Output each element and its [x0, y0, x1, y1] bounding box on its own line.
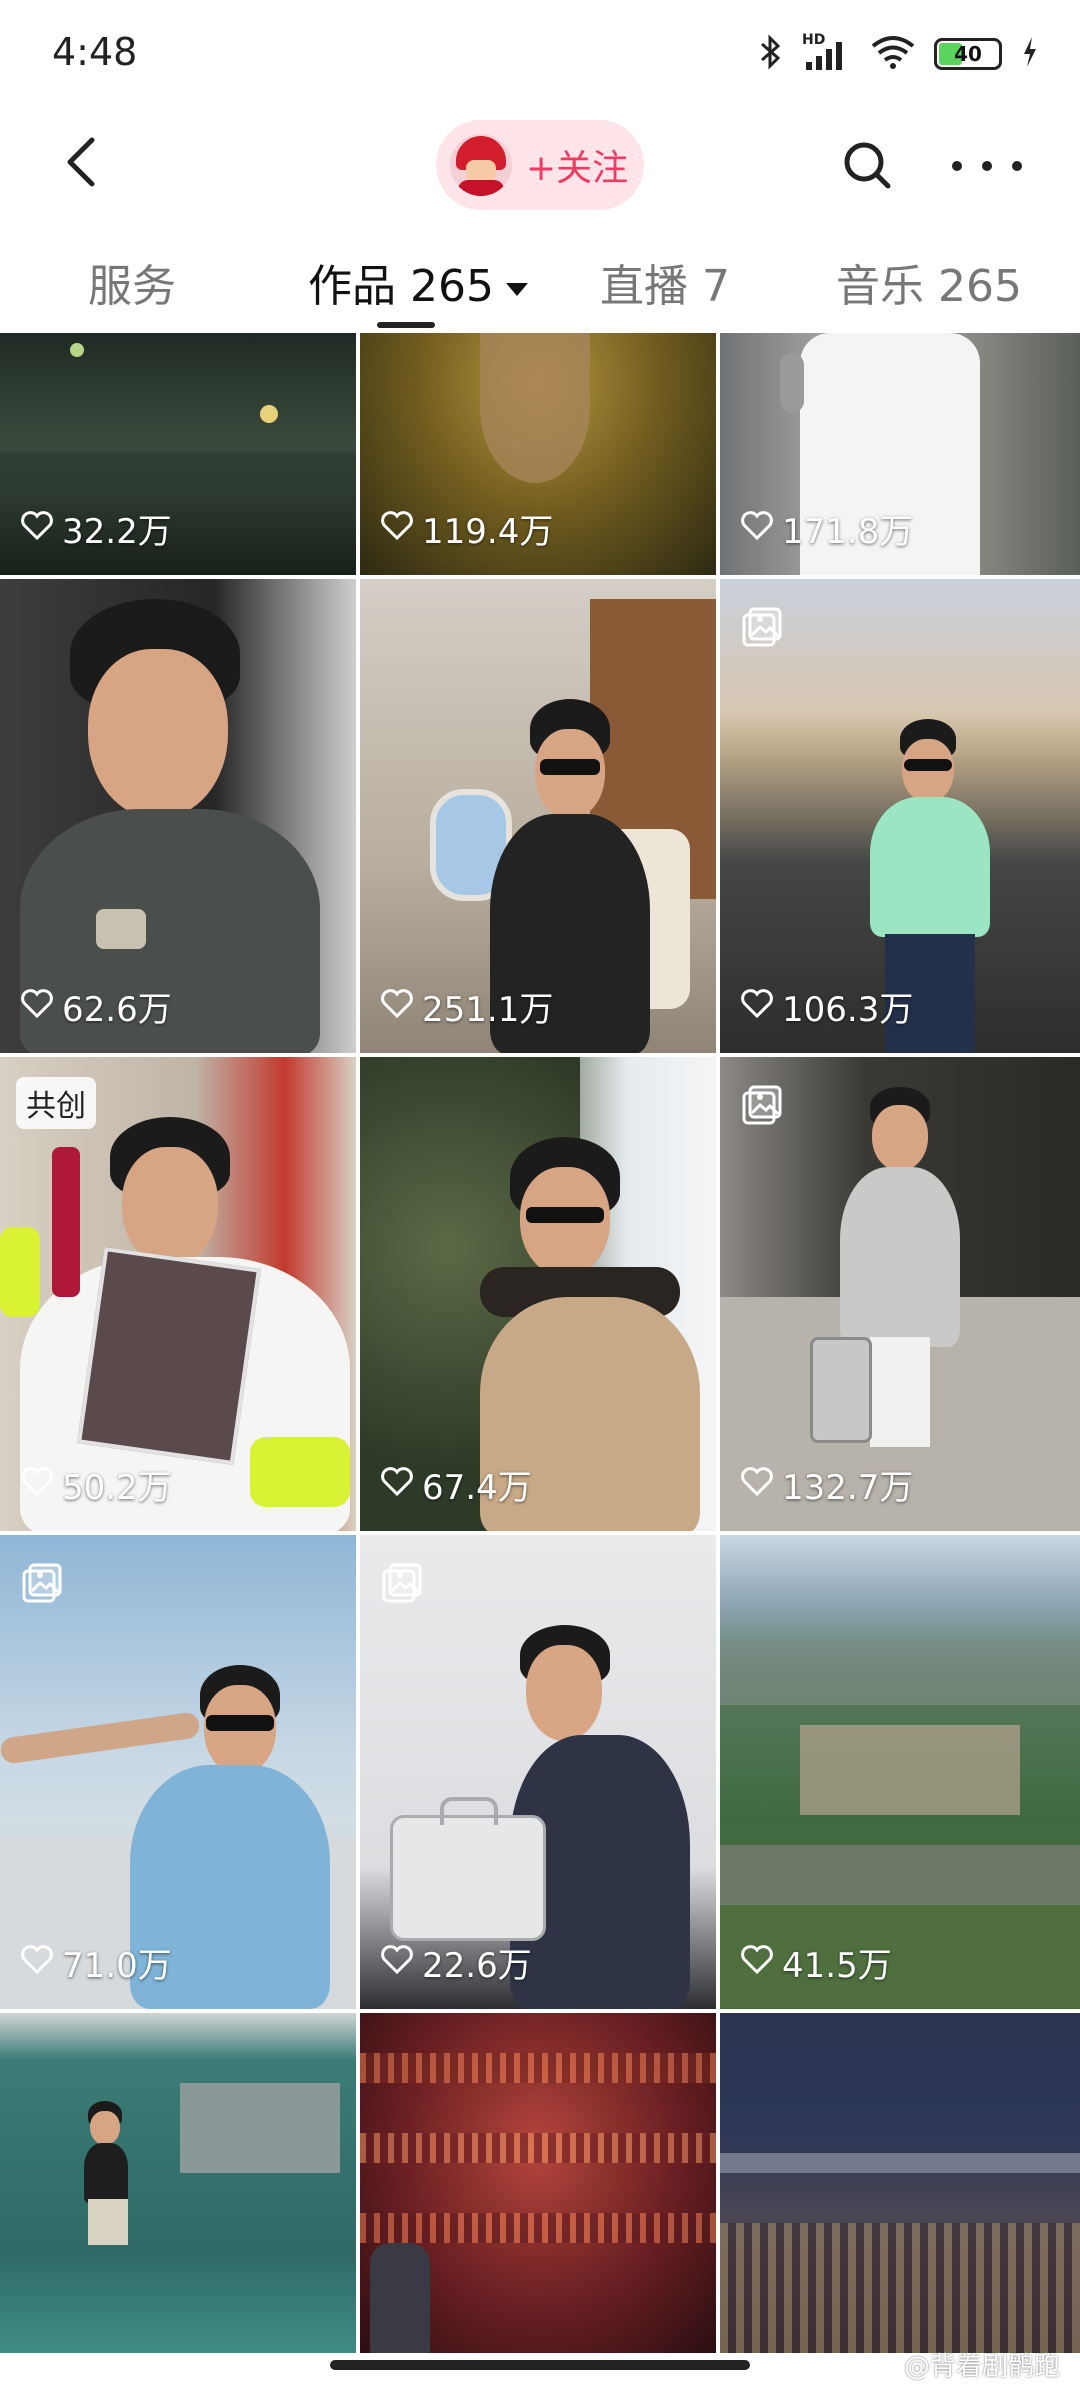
- video-thumbnail[interactable]: 132.7万: [720, 1057, 1080, 1531]
- active-tab-indicator: [377, 322, 435, 328]
- search-button[interactable]: [838, 136, 898, 196]
- like-count: 41.5万: [740, 1938, 892, 1987]
- gallery-icon: [742, 607, 782, 647]
- heart-icon: [20, 1943, 62, 1983]
- video-thumbnail[interactable]: 共创 50.2万: [0, 1057, 356, 1531]
- more-horizontal-icon: [952, 161, 962, 171]
- heart-icon: [20, 1465, 62, 1505]
- like-count: 62.6万: [20, 982, 172, 1031]
- like-count: 119.4万: [380, 504, 553, 553]
- heart-icon: [20, 987, 62, 1027]
- tab-label: 直播 7: [600, 261, 730, 312]
- video-thumbnail[interactable]: 119.4万: [360, 333, 716, 575]
- chevron-left-icon: [62, 136, 102, 192]
- charging-icon: [1020, 35, 1040, 73]
- avatar: [450, 134, 512, 196]
- heart-icon: [380, 1465, 422, 1505]
- video-thumbnail[interactable]: 71.0万: [0, 1535, 356, 2009]
- home-indicator[interactable]: [330, 2360, 750, 2370]
- heart-icon: [740, 987, 782, 1027]
- like-count: 106.3万: [740, 982, 913, 1031]
- heart-icon: [380, 509, 422, 549]
- video-thumbnail[interactable]: 106.3万: [720, 579, 1080, 1053]
- profile-tabs: 服务 作品 265 直播 7 音乐 265: [0, 236, 1080, 328]
- like-count: 67.4万: [380, 1460, 532, 1509]
- video-thumbnail[interactable]: [720, 2013, 1080, 2353]
- heart-icon: [20, 509, 62, 549]
- video-thumbnail[interactable]: 62.6万: [0, 579, 356, 1053]
- status-bar: 4:48 HD 40: [0, 0, 1080, 110]
- like-count: 171.8万: [740, 504, 913, 553]
- co-creation-badge: 共创: [16, 1077, 96, 1129]
- tab-live[interactable]: 直播 7: [600, 250, 730, 314]
- battery-level: 40: [954, 42, 982, 66]
- status-time: 4:48: [52, 30, 138, 74]
- cellular-signal-icon: HD: [802, 32, 852, 72]
- like-count: 22.6万: [380, 1938, 532, 1987]
- tab-music[interactable]: 音乐 265: [836, 250, 1022, 314]
- search-icon: [838, 142, 898, 200]
- gallery-icon: [742, 1085, 782, 1125]
- gallery-icon: [382, 1563, 422, 1603]
- tab-label: 音乐 265: [836, 261, 1022, 312]
- like-count: 251.1万: [380, 982, 553, 1031]
- profile-header: +关注: [0, 110, 1080, 220]
- tab-label: 服务: [88, 261, 176, 312]
- video-thumbnail[interactable]: 171.8万: [720, 333, 1080, 575]
- more-button[interactable]: [952, 136, 1022, 196]
- status-icons: HD 40: [758, 32, 1040, 74]
- video-thumbnail[interactable]: 32.2万: [0, 333, 356, 575]
- tab-services[interactable]: 服务: [88, 250, 176, 314]
- video-grid: 32.2万 119.4万 171.8万 62.6万 251.1万 106.3万: [0, 333, 1080, 2353]
- like-count: 32.2万: [20, 504, 172, 553]
- video-thumbnail[interactable]: 251.1万: [360, 579, 716, 1053]
- follow-label: +关注: [526, 148, 629, 189]
- like-count: 50.2万: [20, 1460, 172, 1509]
- like-count: 71.0万: [20, 1938, 172, 1987]
- heart-icon: [380, 987, 422, 1027]
- gallery-icon: [22, 1563, 62, 1603]
- video-thumbnail[interactable]: [360, 2013, 716, 2353]
- tab-label: 作品 265: [308, 261, 494, 312]
- video-thumbnail[interactable]: 67.4万: [360, 1057, 716, 1531]
- heart-icon: [380, 1943, 422, 1983]
- caret-down-icon: [505, 282, 528, 296]
- wifi-icon: [870, 34, 916, 74]
- like-count: 132.7万: [740, 1460, 913, 1509]
- back-button[interactable]: [52, 134, 112, 194]
- battery-icon: 40: [934, 38, 1002, 70]
- video-thumbnail[interactable]: [0, 2013, 356, 2353]
- heart-icon: [740, 1943, 782, 1983]
- follow-button[interactable]: +关注: [436, 120, 644, 210]
- video-thumbnail[interactable]: 41.5万: [720, 1535, 1080, 2009]
- heart-icon: [740, 509, 782, 549]
- watermark: @背着剧鹘跑: [903, 2352, 1060, 2382]
- video-thumbnail[interactable]: 22.6万: [360, 1535, 716, 2009]
- heart-icon: [740, 1465, 782, 1505]
- bluetooth-icon: [758, 34, 784, 74]
- tab-works[interactable]: 作品 265: [308, 250, 528, 314]
